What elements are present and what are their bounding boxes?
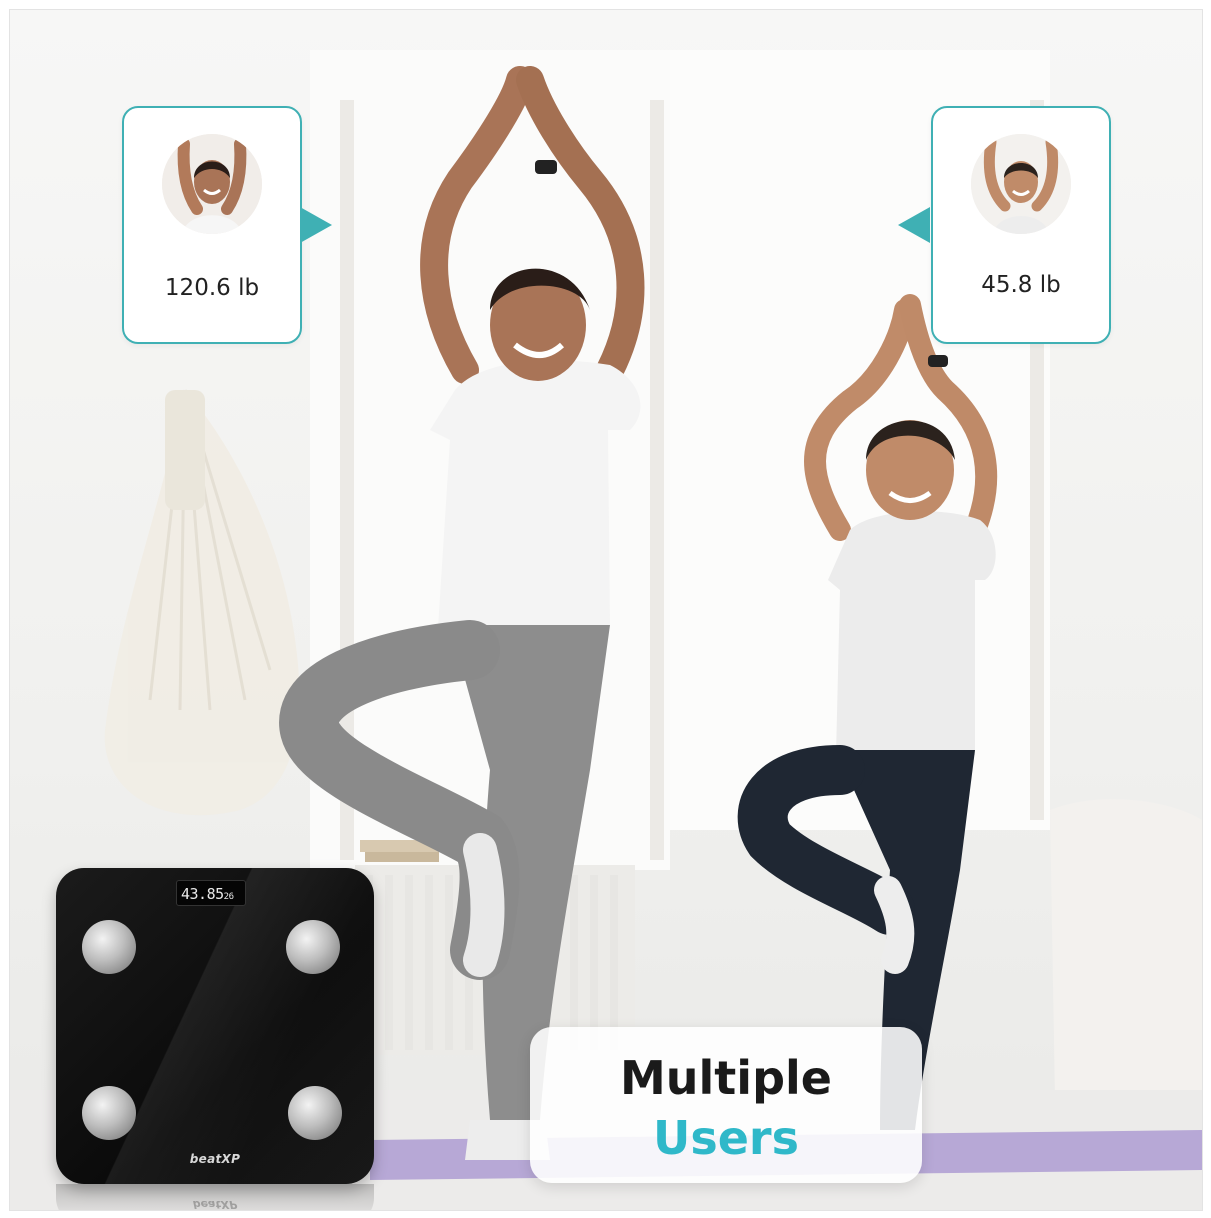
electrode-top-right	[286, 920, 340, 974]
product-image-frame: 120.6 lb 45.8 lb 43.8526 beatXP beatXP M…	[9, 9, 1203, 1211]
user-card-woman: 120.6 lb	[122, 106, 302, 344]
smart-scale: 43.8526 beatXP	[56, 868, 374, 1184]
caption-box: Multiple Users	[530, 1027, 922, 1183]
scale-brand-reflection: beatXP	[192, 1198, 238, 1211]
electrode-bottom-left	[82, 1086, 136, 1140]
boy-weight: 45.8 lb	[981, 272, 1061, 298]
electrode-top-left	[82, 920, 136, 974]
scale-display-value: 43.85	[181, 885, 224, 903]
blanket	[1050, 799, 1202, 1100]
hammock-chair	[104, 389, 300, 816]
electrode-bottom-right	[288, 1086, 342, 1140]
boy-avatar	[971, 134, 1071, 234]
card-pointer-left	[898, 207, 930, 243]
caption-title: Multiple	[620, 1051, 832, 1105]
woman-weight: 120.6 lb	[164, 275, 260, 301]
scale-display-small: 26	[223, 892, 234, 902]
woman-avatar	[162, 134, 262, 234]
caption-highlight: Users	[653, 1111, 799, 1165]
card-pointer-right	[300, 207, 332, 243]
scale-brand-logo: beatXP	[189, 1152, 241, 1166]
scale-display: 43.8526	[176, 880, 246, 906]
user-card-boy: 45.8 lb	[931, 106, 1111, 344]
